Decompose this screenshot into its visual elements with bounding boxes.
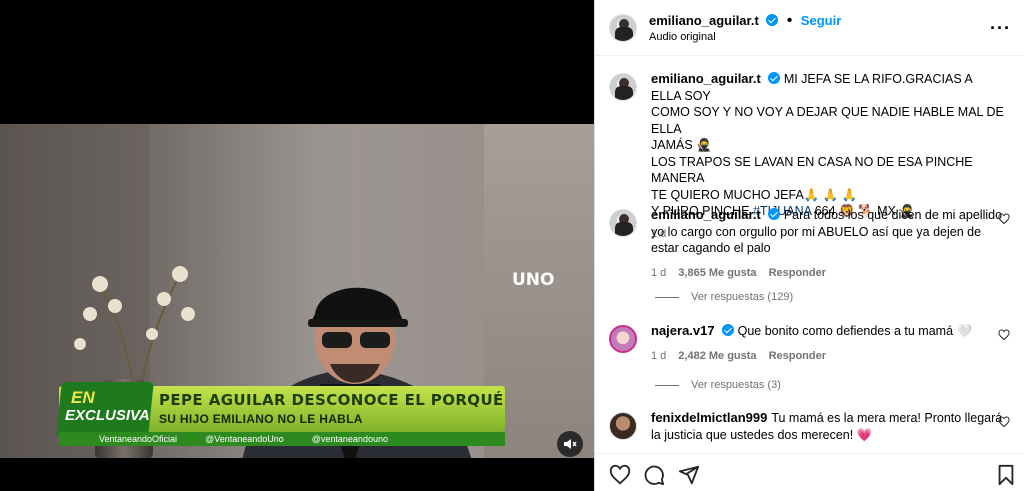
caption-line-3: JAMÁS 🥷 — [651, 138, 712, 152]
subheadline: SU HIJO EMILIANO NO LE HABLA — [159, 412, 363, 426]
instagram-handle: @ventaneandouno — [311, 434, 388, 444]
like-comment-heart-icon[interactable] — [998, 416, 1010, 428]
heart-icon[interactable] — [609, 464, 631, 486]
caption-line-4: LOS TRAPOS SE LAVAN EN CASA NO DE ESA PI… — [651, 154, 973, 186]
x-handle: @VentaneandoUno — [205, 434, 284, 444]
commenter-username[interactable]: fenixdelmictlan999 — [651, 410, 767, 425]
speaker-muted-icon — [564, 439, 577, 449]
mute-button[interactable] — [557, 431, 583, 457]
like-comment-heart-icon[interactable] — [998, 213, 1010, 225]
comment-item: najera.v17 Que bonito como defiendes a tu… — [609, 323, 1010, 362]
comment-likes[interactable]: 2,482 Me gusta — [678, 350, 756, 362]
video-player[interactable]: UNO EN EXCLUSIVA PEPE AGUILAR DESCONOCE … — [0, 0, 594, 491]
view-replies-button[interactable]: Ver respuestas (129) — [655, 291, 793, 303]
view-replies-label[interactable]: Ver respuestas (3) — [691, 379, 781, 391]
share-icon[interactable] — [678, 464, 700, 486]
comment-item: emiliano_aguilar.t Para todos los que dic… — [609, 207, 1010, 279]
like-comment-heart-icon[interactable] — [998, 329, 1010, 341]
comments-list: emiliano_aguilar.t MI JEFA SE LA RIFO.GRA… — [595, 57, 1024, 453]
verified-badge-icon — [766, 14, 779, 26]
view-replies-label[interactable]: Ver respuestas (129) — [691, 291, 793, 303]
commenter-username[interactable]: emiliano_aguilar.t — [651, 207, 761, 222]
post-actions-bar — [595, 453, 1024, 491]
reply-button[interactable]: Responder — [769, 267, 826, 279]
verified-badge-icon — [767, 72, 780, 84]
audio-label[interactable]: Audio original — [649, 31, 716, 43]
verified-badge-icon — [767, 208, 780, 220]
comment-likes[interactable]: 3,865 Me gusta — [678, 267, 756, 279]
comment-time: 1 d — [651, 349, 667, 362]
author-avatar[interactable] — [609, 14, 637, 42]
verified-badge-icon — [721, 324, 734, 336]
headline: PEPE AGUILAR DESCONOCE EL PORQUÉ — [159, 391, 504, 409]
post-header: emiliano_aguilar.t • Seguir Audio origin… — [595, 0, 1024, 56]
commenter-username[interactable]: najera.v17 — [651, 323, 715, 338]
more-options-icon[interactable]: ··· — [990, 18, 1011, 39]
social-handles-bar: VentaneandoOficial @VentaneandoUno @vent… — [59, 432, 505, 446]
commenter-avatar[interactable] — [609, 412, 637, 440]
replies-divider — [655, 296, 679, 298]
follow-button[interactable]: Seguir — [801, 13, 841, 28]
facebook-handle: VentaneandoOficial — [99, 434, 178, 444]
comment-item: fenixdelmictlan999 Tu mamá es la mera mer… — [609, 410, 1010, 443]
author-username[interactable]: emiliano_aguilar.t — [649, 13, 759, 28]
commenter-avatar[interactable] — [609, 325, 637, 353]
news-lower-third: EN EXCLUSIVA PEPE AGUILAR DESCONOCE EL P… — [56, 382, 505, 446]
bookmark-icon[interactable] — [995, 464, 1017, 486]
reply-button[interactable]: Responder — [769, 350, 826, 362]
caption-avatar[interactable] — [609, 73, 637, 101]
video-frame: UNO EN EXCLUSIVA PEPE AGUILAR DESCONOCE … — [0, 124, 594, 458]
badge-line-1: EN — [71, 388, 95, 407]
replies-divider — [655, 384, 679, 386]
comment-icon[interactable] — [643, 464, 665, 486]
caption-username[interactable]: emiliano_aguilar.t — [651, 71, 761, 86]
badge-line-2: EXCLUSIVA — [65, 407, 150, 424]
comment-time: 1 d — [651, 266, 667, 279]
post-sidebar: emiliano_aguilar.t • Seguir Audio origin… — [594, 0, 1024, 491]
commenter-avatar[interactable] — [609, 209, 637, 237]
caption-line-2: COMO SOY Y NO VOY A DEJAR QUE NADIE HABL… — [651, 105, 1004, 136]
channel-logo: UNO — [512, 270, 555, 290]
view-replies-button[interactable]: Ver respuestas (3) — [655, 379, 781, 391]
comment-text: Que bonito como defiendes a tu mamá 🤍 — [737, 324, 973, 338]
separator-dot: • — [786, 12, 793, 29]
caption-line-5: TE QUIERO MUCHO JEFA🙏 🙏 🙏 — [651, 187, 858, 202]
